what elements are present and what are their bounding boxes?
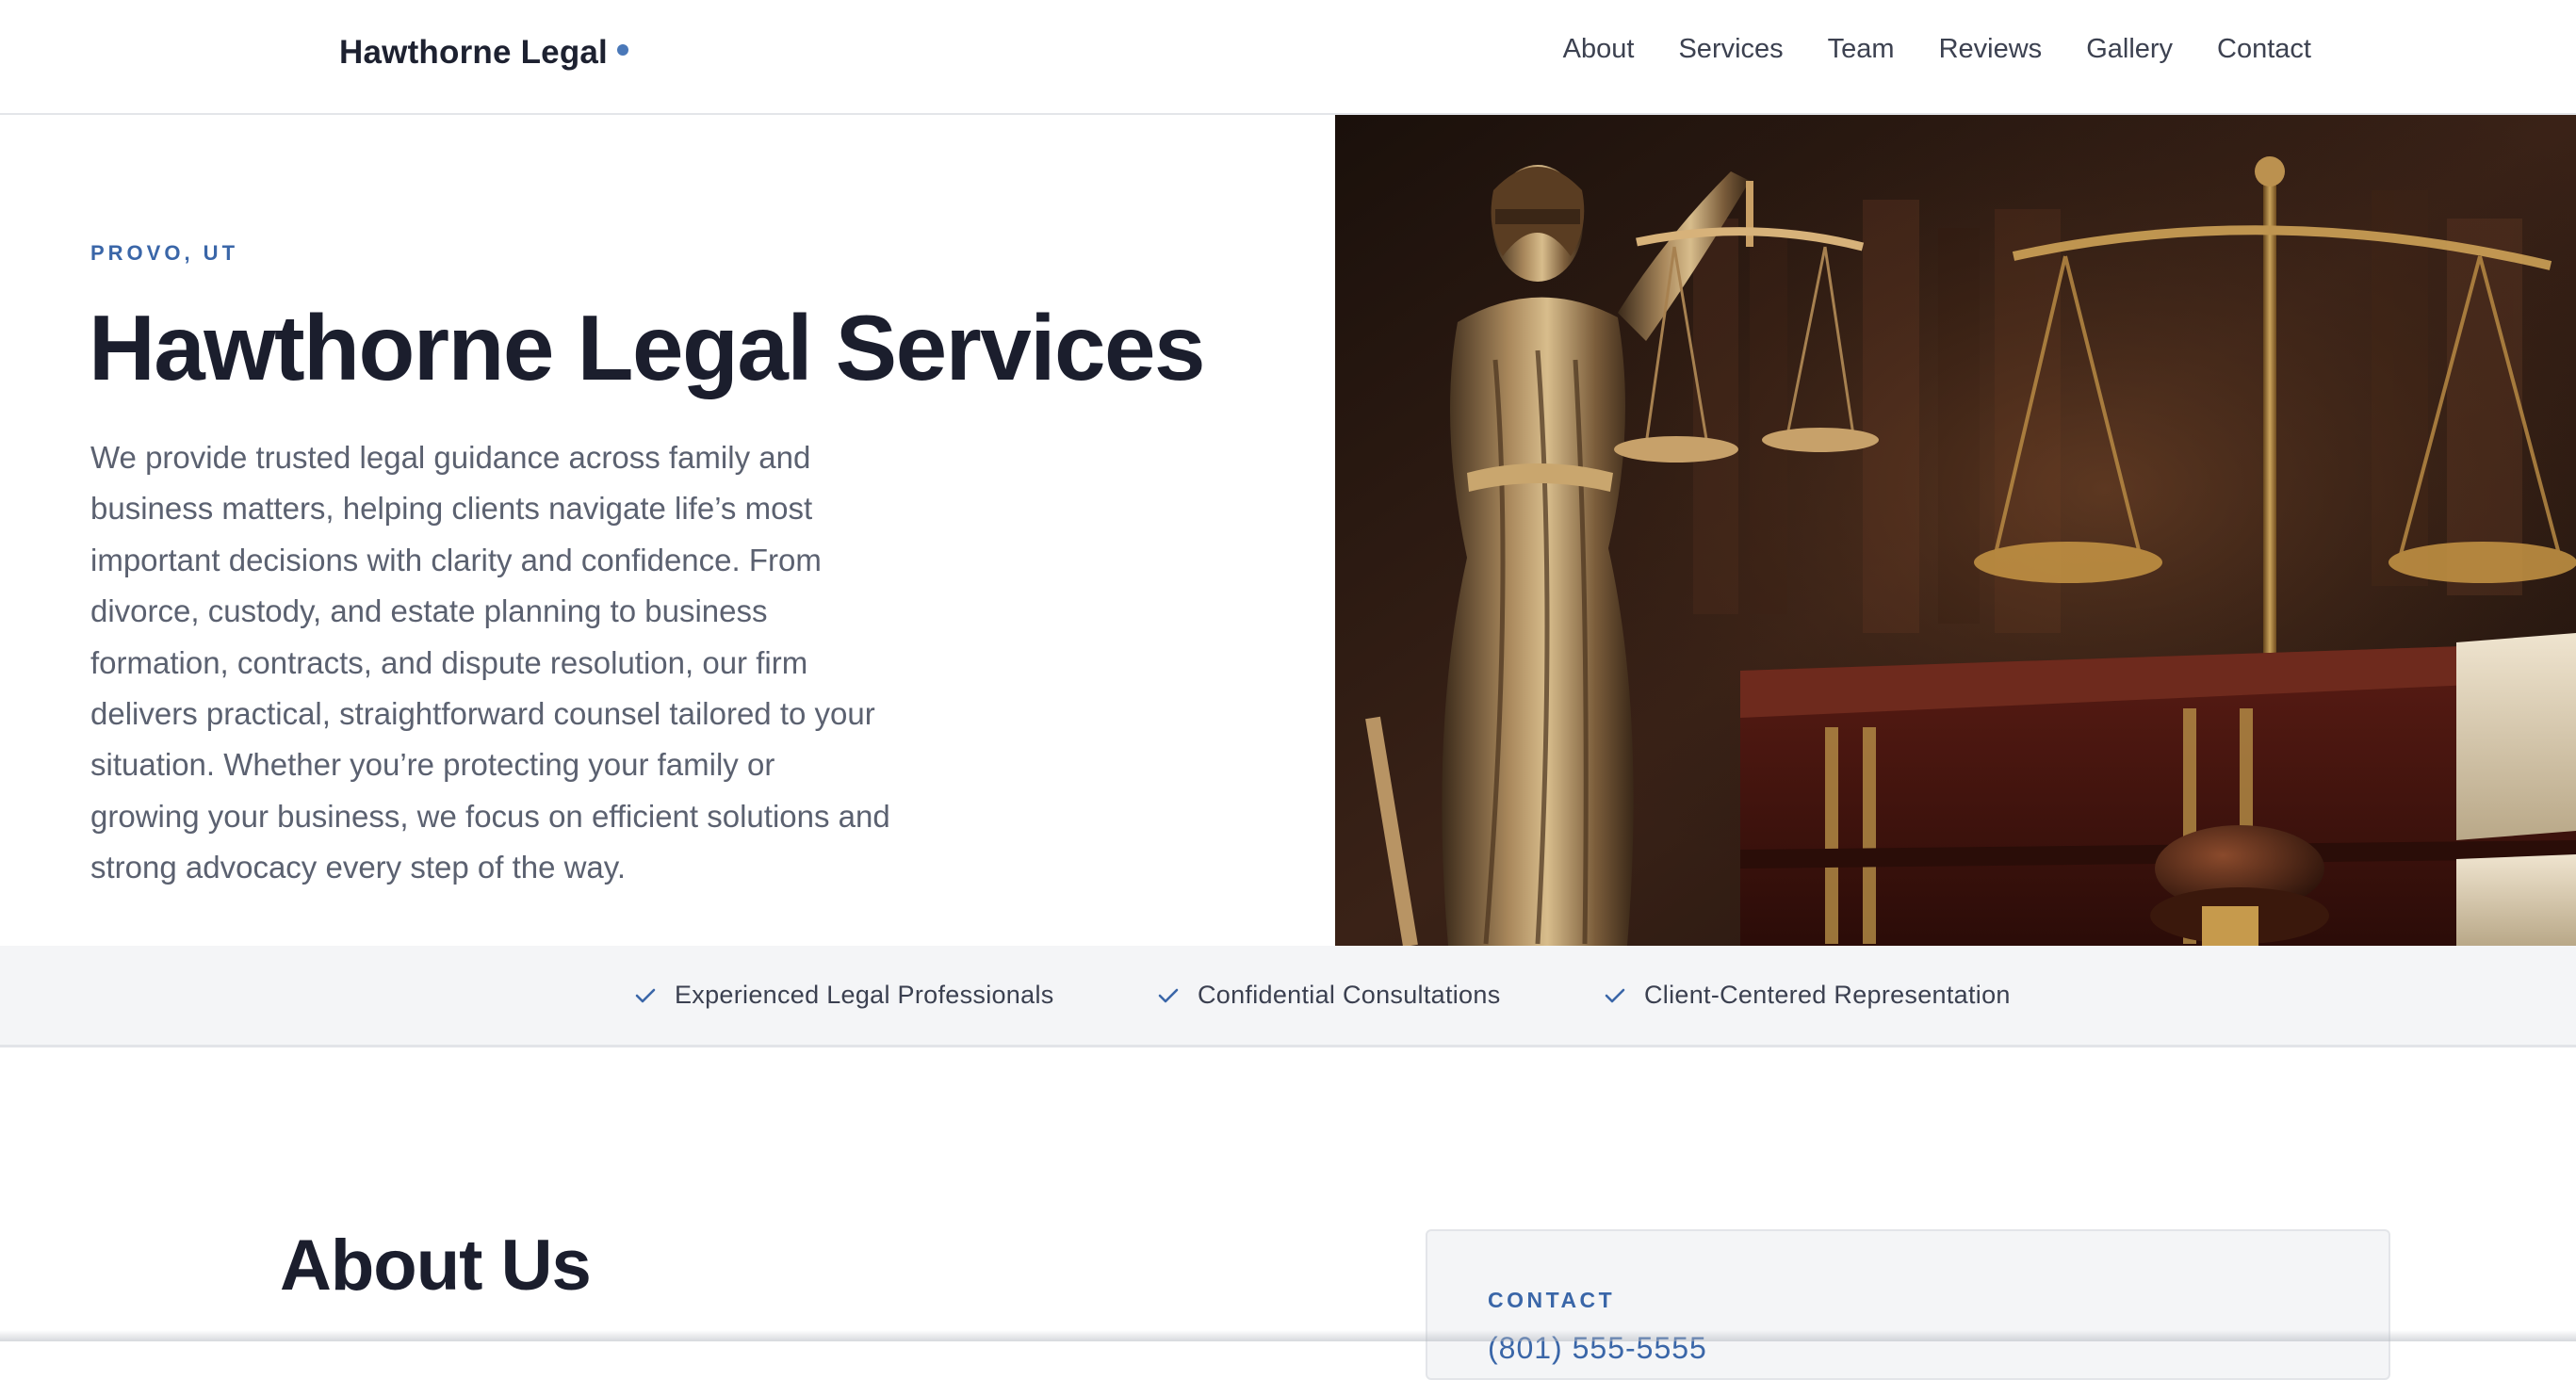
- nav-team[interactable]: Team: [1828, 34, 1895, 65]
- contact-label: CONTACT: [1488, 1288, 1616, 1312]
- features-band: Experienced Legal Professionals Confiden…: [0, 946, 2576, 1047]
- feature-label: Confidential Consultations: [1198, 981, 1501, 1009]
- feature-item: Confidential Consultations: [1157, 981, 1501, 1010]
- feature-label: Client-Centered Representation: [1644, 981, 2011, 1009]
- hero-title: Hawthorne Legal Services: [89, 296, 1206, 399]
- scroll-fade: [0, 1330, 2576, 1341]
- hero-description: We provide trusted legal guidance across…: [90, 440, 890, 885]
- check-icon: [1605, 988, 1625, 1002]
- hero-section: PROVO, UT Hawthorne Legal Services We pr…: [0, 115, 1335, 946]
- brand-logo[interactable]: Hawthorne Legal: [339, 30, 628, 75]
- check-icon: [1158, 988, 1179, 1002]
- nav-contact[interactable]: Contact: [2217, 34, 2311, 65]
- nav-services[interactable]: Services: [1678, 34, 1783, 65]
- feature-item: Client-Centered Representation: [1604, 981, 2011, 1010]
- nav-reviews[interactable]: Reviews: [1939, 34, 2043, 65]
- check-icon: [635, 988, 656, 1002]
- hero-image-justice-statue: [1335, 115, 2576, 946]
- brand-dot-icon: [616, 44, 628, 56]
- hero-location: PROVO, UT: [90, 241, 239, 265]
- contact-card: CONTACT (801) 555-5555: [1426, 1229, 2390, 1380]
- nav-about[interactable]: About: [1563, 34, 1635, 65]
- brand-name[interactable]: Hawthorne Legal: [339, 34, 608, 72]
- nav-gallery[interactable]: Gallery: [2086, 34, 2173, 65]
- site-header: Hawthorne Legal About Services Team Revi…: [0, 0, 2576, 115]
- main-nav: About Services Team Reviews Gallery Cont…: [1563, 34, 2311, 65]
- feature-item: Experienced Legal Professionals: [634, 981, 1054, 1010]
- about-heading: About Us: [280, 1226, 592, 1306]
- feature-label: Experienced Legal Professionals: [675, 981, 1054, 1009]
